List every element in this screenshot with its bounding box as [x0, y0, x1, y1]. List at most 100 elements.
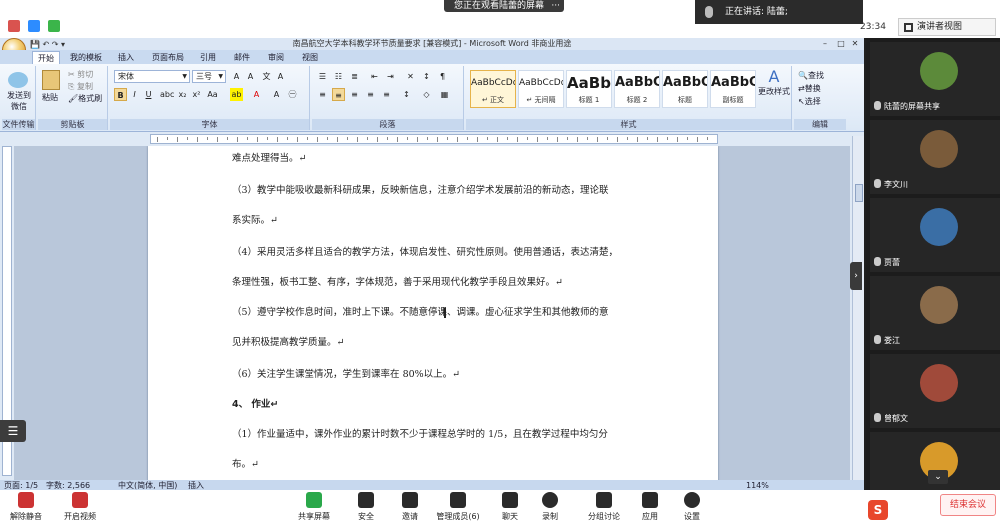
participant-label: 娄江 [884, 336, 900, 345]
style-subtitle[interactable]: AaBbC 副标题 [710, 70, 756, 108]
bold-button[interactable]: B [114, 88, 127, 101]
tab-references[interactable]: 引用 [194, 51, 222, 64]
subscript-button[interactable]: x₂ [176, 88, 189, 101]
font-color-button[interactable]: A [250, 88, 263, 101]
superscript-button[interactable]: x² [190, 88, 203, 101]
increase-indent-button[interactable]: ⇥ [384, 70, 397, 83]
tab-my-templates[interactable]: 我的模板 [66, 51, 106, 64]
style-title[interactable]: AaBbC 标题 [662, 70, 708, 108]
list-icon[interactable]: ☰ [0, 420, 26, 442]
font-name-combo[interactable]: 宋体 ▼ [114, 70, 190, 83]
line-spacing-button[interactable]: ↕ [400, 88, 413, 101]
paste-icon[interactable] [42, 70, 60, 90]
style-normal[interactable]: AaBbCcDd ↵ 正文 [470, 70, 516, 108]
justify-button[interactable]: ≡ [364, 88, 377, 101]
multilevel-list-button[interactable]: ≣ [348, 70, 361, 83]
document-page[interactable]: 难点处理得当。↵ （3）教学中能吸收最新科研成果，反映新信息，注意介绍学术发展前… [148, 146, 718, 480]
invite-button[interactable]: 邀请 [384, 492, 436, 527]
participant-tile[interactable]: ⌄ [870, 432, 1000, 490]
breakout-rooms-button[interactable]: 分组讨论 [578, 492, 630, 527]
align-left-button[interactable]: ≡ [316, 88, 329, 101]
chevron-down-icon[interactable]: ⌄ [928, 470, 948, 484]
more-options-icon[interactable]: ··· [551, 0, 560, 12]
shading-button[interactable]: ◇ [420, 88, 433, 101]
share-screen-button[interactable]: 共享屏幕 [288, 492, 340, 527]
enclose-char-button[interactable]: ㊀ [286, 88, 299, 101]
minimize-button[interactable]: – [818, 38, 832, 49]
shield-icon[interactable] [28, 20, 40, 32]
vertical-scrollbar[interactable] [852, 136, 864, 480]
record-button[interactable]: 录制 [524, 492, 576, 527]
bullets-button[interactable]: ☰ [316, 70, 329, 83]
tab-home[interactable]: 开始 [32, 51, 60, 64]
word-title-bar: 💾 ↶ ↷ ▾ 南昌航空大学本科教学环节质量要求 [兼容模式] - Micros… [0, 38, 864, 50]
change-case-button[interactable]: Aa [206, 88, 219, 101]
decrease-indent-button[interactable]: ⇤ [368, 70, 381, 83]
char-border-button[interactable]: A [274, 70, 287, 83]
tab-review[interactable]: 审阅 [262, 51, 290, 64]
settings-button[interactable]: 设置 [666, 492, 718, 527]
presenter-view-button[interactable]: 演讲者视图 [898, 18, 996, 36]
participant-label: 曾郁文 [884, 414, 908, 423]
style-no-spacing[interactable]: AaBbCcDd ↵ 无间隔 [518, 70, 564, 108]
close-button[interactable]: ✕ [848, 38, 862, 49]
tab-page-layout[interactable]: 页面布局 [148, 51, 188, 64]
italic-button[interactable]: I [128, 88, 141, 101]
ruler-tick [227, 137, 228, 140]
tab-insert[interactable]: 插入 [112, 51, 140, 64]
paste-button[interactable]: 粘贴 [42, 92, 58, 103]
end-meeting-button[interactable]: 结束会议 [940, 494, 996, 516]
borders-button[interactable]: ▦ [438, 88, 451, 101]
participant-tile[interactable]: 陆蕾的屏幕共享 [870, 42, 1000, 116]
highlight-button[interactable]: ab [230, 88, 243, 101]
start-video-button[interactable]: 开启视频 [54, 492, 106, 527]
show-marks-button[interactable]: ¶ [436, 70, 449, 83]
scrollbar-thumb[interactable] [855, 184, 863, 202]
align-center-button[interactable]: ≡ [332, 88, 345, 101]
format-painter-button[interactable]: 🖌格式刷 [68, 93, 102, 104]
chinese-layout-button[interactable]: ✕ [404, 70, 417, 83]
char-shading-button[interactable]: A [270, 88, 283, 101]
pinyin-button[interactable]: 文 [260, 70, 273, 83]
document-area: 难点处理得当。↵ （3）教学中能吸收最新科研成果，反映新信息，注意介绍学术发展前… [14, 146, 850, 480]
unmute-button[interactable]: 解除静音 [0, 492, 52, 527]
numbering-button[interactable]: ☷ [332, 70, 345, 83]
cut-button[interactable]: ✂ 剪切 [68, 69, 93, 80]
send-to-wechat-button[interactable]: 发送到微信 [4, 90, 34, 112]
zoom-window: 您正在观看陆蕾的屏幕 ··· 正在讲话: 陆蕾; 23:34 演讲者视图 💾 ↶… [0, 0, 1000, 527]
collapse-panel-button[interactable]: › [850, 262, 862, 290]
style-heading-1[interactable]: AaBb 标题 1 [566, 70, 612, 108]
ruler-tick [487, 137, 488, 140]
participant-tile[interactable]: 贾蕾 [870, 198, 1000, 272]
underline-button[interactable]: U [142, 88, 155, 101]
record-icon[interactable] [8, 20, 20, 32]
replace-button[interactable]: ⇄替换 [798, 83, 821, 94]
strikethrough-button[interactable]: abc [160, 88, 174, 101]
group-label: 样式 [466, 119, 791, 130]
sogou-ime-icon[interactable]: S [868, 500, 888, 520]
change-styles-button[interactable]: A 更改样式 [758, 68, 790, 97]
participant-tile[interactable]: 曾郁文 [870, 354, 1000, 428]
ruler-tick [417, 137, 418, 142]
participant-tile[interactable]: 李文川 [870, 120, 1000, 194]
share-banner[interactable]: 您正在观看陆蕾的屏幕 ··· [444, 0, 564, 12]
align-right-button[interactable]: ≡ [348, 88, 361, 101]
distribute-button[interactable]: ≡ [380, 88, 393, 101]
find-button[interactable]: 🔍查找 [798, 70, 824, 81]
manage-participants-button[interactable]: 管理成员(6) [432, 492, 484, 527]
maximize-button[interactable]: □ [834, 38, 848, 49]
sort-button[interactable]: ↕ [420, 70, 433, 83]
search-icon: 🔍 [798, 71, 808, 80]
participant-tile[interactable]: 娄江 [870, 276, 1000, 350]
grow-font-button[interactable]: A [230, 70, 243, 83]
wechat-icon[interactable] [8, 72, 28, 88]
font-size-combo[interactable]: 三号 ▼ [192, 70, 226, 83]
select-button[interactable]: ↖选择 [798, 96, 821, 107]
copy-button[interactable]: ⎘ 复制 [68, 81, 93, 92]
tab-mailings[interactable]: 邮件 [228, 51, 256, 64]
shrink-font-button[interactable]: A [244, 70, 257, 83]
horizontal-ruler[interactable] [150, 134, 718, 144]
signal-icon[interactable] [48, 20, 60, 32]
style-heading-2[interactable]: AaBbC 标题 2 [614, 70, 660, 108]
tab-view[interactable]: 视图 [296, 51, 324, 64]
